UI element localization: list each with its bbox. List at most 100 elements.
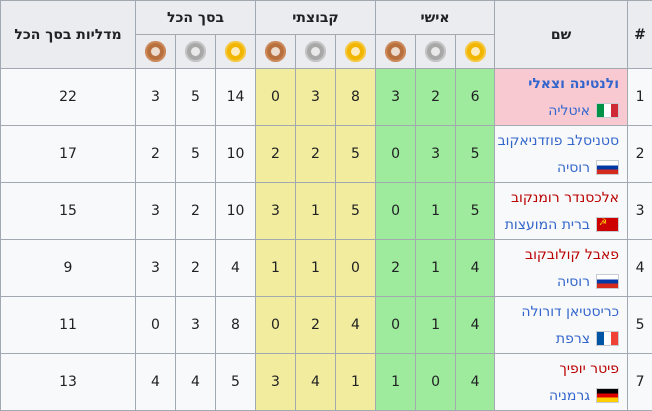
athlete-link[interactable]: פיטר יופיך	[495, 359, 619, 379]
individual-silver-cell: 1	[416, 297, 456, 354]
overall-silver-cell: 3	[176, 297, 216, 354]
team-gold-cell: 0	[336, 240, 376, 297]
athlete-link[interactable]: אלכסנדר רומנקוב	[495, 188, 619, 208]
overall-gold-cell: 8	[216, 297, 256, 354]
total-medals-cell: 17	[1, 126, 136, 183]
team-bronze-cell: 0	[256, 69, 296, 126]
individual-bronze-cell: 0	[376, 126, 416, 183]
rank-cell: 4	[628, 240, 652, 297]
individual-bronze-cell: 1	[376, 354, 416, 411]
overall-gold-cell: 4	[216, 240, 256, 297]
overall-gold-header[interactable]	[216, 35, 256, 69]
country: איטליה	[495, 101, 619, 121]
silver-medal-icon	[425, 41, 446, 62]
team-header: קבוצתי	[256, 1, 376, 35]
team-silver-cell: 4	[296, 354, 336, 411]
overall-bronze-cell: 2	[136, 126, 176, 183]
overall-gold-cell: 5	[216, 354, 256, 411]
overall-silver-cell: 5	[176, 126, 216, 183]
athlete-cell: כריסטיאן דורולה צרפת	[495, 297, 628, 354]
rank-cell: 3	[628, 183, 652, 240]
overall-silver-cell: 2	[176, 183, 216, 240]
individual-silver-cell: 1	[416, 240, 456, 297]
individual-header: אישי	[376, 1, 495, 35]
team-gold-cell: 4	[336, 297, 376, 354]
country: רוסיה	[495, 272, 619, 292]
team-silver-cell: 1	[296, 183, 336, 240]
team-gold-cell: 8	[336, 69, 376, 126]
gold-medal-icon	[465, 41, 486, 62]
team-gold-cell: 1	[336, 354, 376, 411]
table-row: 5כריסטיאן דורולהצרפת41042083011	[1, 297, 652, 354]
country-link[interactable]: ברית המועצות	[505, 215, 590, 235]
table-row: 1ולנטינה וצאליאיטליה623830145322	[1, 69, 652, 126]
italy-flag-icon	[596, 103, 619, 118]
team-silver-cell: 1	[296, 240, 336, 297]
athlete-link[interactable]: פאבל קולובקוב	[495, 245, 619, 265]
bronze-medal-icon	[385, 41, 406, 62]
individual-gold-cell: 5	[456, 126, 495, 183]
rank-cell: 1	[628, 69, 652, 126]
country: צרפת	[495, 329, 619, 349]
team-gold-cell: 5	[336, 126, 376, 183]
individual-silver-cell: 2	[416, 69, 456, 126]
country-link[interactable]: איטליה	[548, 101, 590, 121]
overall-silver-header[interactable]	[176, 35, 216, 69]
table-row: 4פאבל קולובקוברוסיה4120114239	[1, 240, 652, 297]
team-bronze-header[interactable]	[256, 35, 296, 69]
team-silver-cell: 2	[296, 297, 336, 354]
overall-silver-cell: 2	[176, 240, 216, 297]
rank-header[interactable]: #	[628, 1, 652, 69]
individual-gold-cell: 6	[456, 69, 495, 126]
team-bronze-cell: 3	[256, 183, 296, 240]
individual-bronze-cell: 0	[376, 297, 416, 354]
total-medals-header[interactable]: מדליות בסך הכל	[1, 1, 136, 69]
athlete-cell: אלכסנדר רומנקוב ☭ ברית המועצות	[495, 183, 628, 240]
france-flag-icon	[596, 331, 619, 346]
athlete-cell: פאבל קולובקוב רוסיה	[495, 240, 628, 297]
total-medals-cell: 22	[1, 69, 136, 126]
overall-bronze-cell: 3	[136, 240, 176, 297]
team-gold-cell: 5	[336, 183, 376, 240]
country-link[interactable]: רוסיה	[557, 158, 590, 178]
total-medals-cell: 11	[1, 297, 136, 354]
ussr-flag-icon: ☭	[596, 217, 619, 232]
team-bronze-cell: 1	[256, 240, 296, 297]
overall-header: בסך הכל	[136, 1, 256, 35]
country: גרמניה	[495, 386, 619, 406]
team-gold-header[interactable]	[336, 35, 376, 69]
athlete-cell: סטניסלב פוזדניאקוב רוסיה	[495, 126, 628, 183]
team-bronze-cell: 2	[256, 126, 296, 183]
overall-bronze-cell: 0	[136, 297, 176, 354]
athlete-link[interactable]: סטניסלב פוזדניאקוב	[495, 131, 619, 151]
bronze-medal-icon	[265, 41, 286, 62]
individual-gold-cell: 4	[456, 240, 495, 297]
silver-medal-icon	[305, 41, 326, 62]
individual-silver-cell: 0	[416, 354, 456, 411]
individual-silver-cell: 3	[416, 126, 456, 183]
rank-cell: 7	[628, 354, 652, 411]
individual-silver-header[interactable]	[416, 35, 456, 69]
athlete-link[interactable]: כריסטיאן דורולה	[495, 302, 619, 322]
russia-flag-icon	[596, 274, 619, 289]
individual-bronze-cell: 3	[376, 69, 416, 126]
country-link[interactable]: רוסיה	[557, 272, 590, 292]
silver-medal-icon	[185, 41, 206, 62]
team-silver-header[interactable]	[296, 35, 336, 69]
overall-silver-cell: 5	[176, 69, 216, 126]
individual-gold-cell: 4	[456, 354, 495, 411]
athlete-link[interactable]: ולנטינה וצאלי	[495, 74, 619, 94]
country: רוסיה	[495, 158, 619, 178]
individual-bronze-header[interactable]	[376, 35, 416, 69]
overall-bronze-header[interactable]	[136, 35, 176, 69]
gold-medal-icon	[225, 41, 246, 62]
total-medals-cell: 15	[1, 183, 136, 240]
individual-bronze-cell: 0	[376, 183, 416, 240]
name-header[interactable]: שם	[495, 1, 628, 69]
team-bronze-cell: 0	[256, 297, 296, 354]
overall-gold-cell: 10	[216, 183, 256, 240]
country-link[interactable]: גרמניה	[549, 386, 590, 406]
individual-gold-header[interactable]	[456, 35, 495, 69]
team-bronze-cell: 3	[256, 354, 296, 411]
country-link[interactable]: צרפת	[556, 329, 590, 349]
